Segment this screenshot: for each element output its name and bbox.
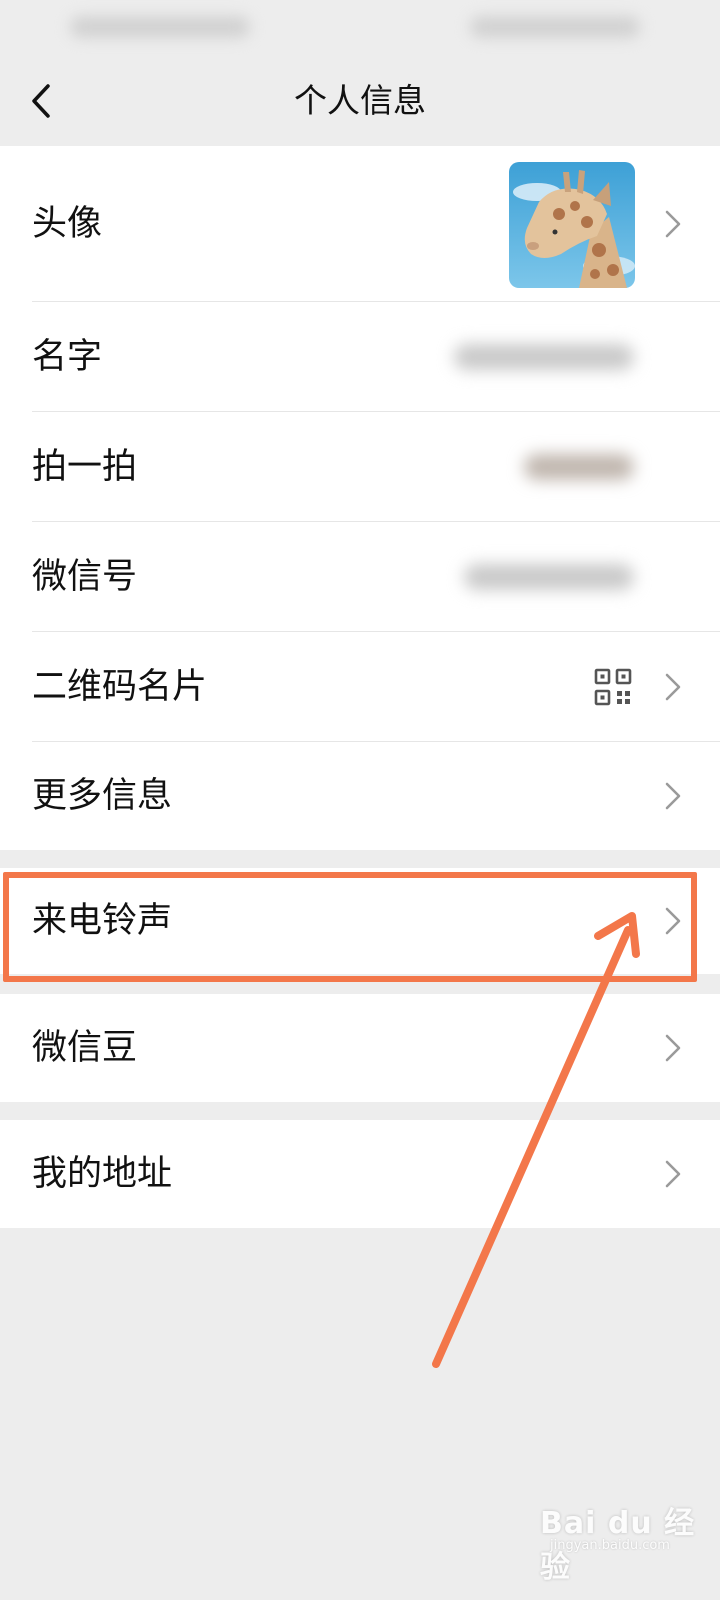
pat-value-blurred xyxy=(524,454,634,480)
row-label: 二维码名片 xyxy=(32,667,208,707)
avatar[interactable] xyxy=(509,162,635,288)
baidu-watermark: Bai du 经验 jingyan.baidu.com xyxy=(540,1490,710,1585)
address-group: 我的地址 xyxy=(0,1120,720,1228)
name-value-blurred xyxy=(454,344,634,370)
wechat-id-value-blurred xyxy=(464,564,634,590)
row-more-info[interactable]: 更多信息 xyxy=(0,742,720,850)
chevron-right-icon xyxy=(665,210,681,238)
row-wechat-id[interactable]: 微信号 xyxy=(0,522,720,632)
status-icons-blurred xyxy=(470,16,640,38)
status-time-blurred xyxy=(70,16,250,38)
row-my-address[interactable]: 我的地址 xyxy=(0,1120,720,1228)
row-label: 微信号 xyxy=(32,557,138,597)
row-wechat-beans[interactable]: 微信豆 xyxy=(0,994,720,1102)
row-label: 更多信息 xyxy=(32,776,173,816)
row-pat[interactable]: 拍一拍 xyxy=(0,412,720,522)
page-title: 个人信息 xyxy=(294,81,426,120)
chevron-right-icon xyxy=(665,673,681,701)
chevron-right-icon xyxy=(665,782,681,810)
nav-bar: 个人信息 xyxy=(0,56,720,146)
row-label: 拍一拍 xyxy=(32,447,138,487)
row-ringtone[interactable]: 来电铃声 xyxy=(0,868,720,974)
row-label: 头像 xyxy=(32,204,103,244)
profile-info-group: 头像 名字 拍一拍 微信号 二维码名片 更多信息 xyxy=(0,146,720,850)
row-name[interactable]: 名字 xyxy=(0,302,720,412)
row-label: 我的地址 xyxy=(32,1154,173,1194)
row-label: 微信豆 xyxy=(32,1028,138,1068)
row-avatar[interactable]: 头像 xyxy=(0,146,720,302)
ringtone-group: 来电铃声 xyxy=(0,868,720,974)
chevron-right-icon xyxy=(665,1160,681,1188)
chevron-right-icon xyxy=(665,907,681,935)
qr-code-icon xyxy=(594,668,632,706)
row-label: 来电铃声 xyxy=(32,901,173,941)
status-bar xyxy=(0,0,720,56)
row-label: 名字 xyxy=(32,337,103,377)
watermark-url: jingyan.baidu.com xyxy=(550,1538,670,1553)
wechat-beans-group: 微信豆 xyxy=(0,994,720,1102)
row-qr-card[interactable]: 二维码名片 xyxy=(0,632,720,742)
chevron-right-icon xyxy=(665,1034,681,1062)
